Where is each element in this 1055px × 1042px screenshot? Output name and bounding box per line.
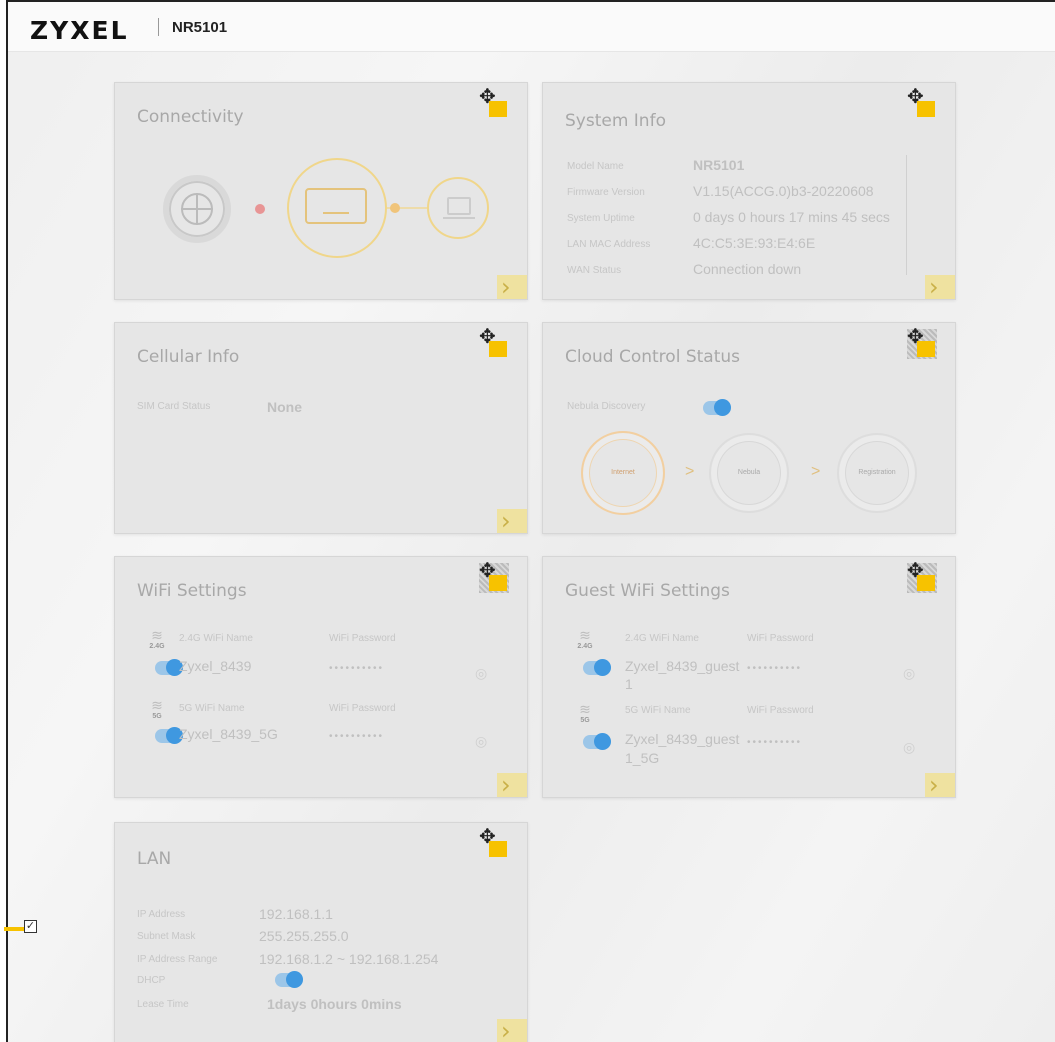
wifi-5g-name: Zyxel_8439_5G — [179, 726, 278, 742]
guest-24g-name-label: 2.4G WiFi Name — [625, 633, 699, 644]
dhcp-label: DHCP — [137, 975, 166, 986]
cellular-info-card: Cellular Info ✥ SIM Card Status None › — [114, 322, 528, 535]
dhcp-toggle[interactable] — [275, 971, 303, 988]
firmware-label: Firmware Version — [567, 187, 645, 198]
status-dot-red — [255, 204, 265, 214]
move-card-icon[interactable]: ✥ — [907, 87, 935, 117]
guest-24g-toggle[interactable] — [583, 659, 611, 676]
show-password-eye-icon[interactable]: ◎ — [903, 739, 915, 756]
show-password-eye-icon[interactable]: ◎ — [903, 665, 915, 682]
sim-status-label: SIM Card Status — [137, 401, 211, 412]
system-info-card: System Info ✥ Model Name NR5101 Firmware… — [542, 82, 956, 301]
wifi-5g-password-label: WiFi Password — [329, 703, 396, 714]
guest-wifi-more-button[interactable]: › — [925, 771, 955, 799]
wifi-24g-password: •••••••••• — [329, 663, 385, 674]
nebula-discovery-label: Nebula Discovery — [567, 401, 646, 412]
side-checkbox[interactable]: ✓ — [4, 918, 38, 938]
lan-title: LAN — [137, 849, 172, 869]
brand-logo: ZYXEL — [30, 16, 129, 45]
guest-24g-password-label: WiFi Password — [747, 633, 814, 644]
wifi-24g-name-label: 2.4G WiFi Name — [179, 633, 253, 644]
checkbox-checked-icon: ✓ — [24, 920, 37, 933]
wifi-settings-card: WiFi Settings ✥ ≋ 2.4G 2.4G WiFi Name WiF… — [114, 556, 528, 799]
uptime-label: System Uptime — [567, 213, 635, 224]
lan-mac-label: LAN MAC Address — [567, 239, 651, 250]
wifi-5g-name-label: 5G WiFi Name — [179, 703, 245, 714]
move-card-icon[interactable]: ✥ — [479, 827, 507, 857]
subnet-mask-label: Subnet Mask — [137, 931, 196, 942]
wifi-24g-password-label: WiFi Password — [329, 633, 396, 644]
registration-step: Registration — [837, 433, 917, 513]
page-frame: ZYXEL NR5101 Connectivity ✥ › System Inf… — [6, 0, 1055, 1042]
wifi-5g-icon: ≋ 5G — [151, 697, 163, 720]
wifi-more-button[interactable]: › — [497, 771, 527, 799]
side-checkbox-marker — [4, 927, 24, 931]
nebula-step: Nebula — [709, 433, 789, 513]
connectivity-title: Connectivity — [137, 107, 244, 127]
guest-5g-password: •••••••••• — [747, 737, 803, 748]
model-name-value: NR5101 — [693, 157, 745, 173]
connectivity-card: Connectivity ✥ › — [114, 82, 528, 301]
show-password-eye-icon[interactable]: ◎ — [475, 733, 487, 750]
move-card-icon[interactable]: ✥ — [907, 561, 937, 593]
move-card-icon[interactable]: ✥ — [907, 327, 937, 359]
wan-status-value: Connection down — [693, 261, 802, 277]
guest-5g-name-line2: 1_5G — [625, 750, 660, 766]
guest-5g-icon: ≋ 5G — [579, 701, 591, 724]
cloud-control-card: Cloud Control Status ✥ Nebula Discovery … — [542, 322, 956, 534]
ip-range-value: 192.168.1.2 ~ 192.168.1.254 — [259, 951, 439, 967]
guest-wifi-card: Guest WiFi Settings ✥ ≋ 2.4G 2.4G WiFi Na… — [542, 556, 956, 799]
status-dot-yellow — [390, 203, 400, 213]
move-card-icon[interactable]: ✥ — [479, 561, 509, 593]
ip-range-label: IP Address Range — [137, 954, 218, 965]
move-card-icon[interactable]: ✥ — [479, 327, 507, 357]
lan-more-button[interactable]: › — [497, 1017, 527, 1042]
step-arrow-icon: > — [685, 463, 695, 480]
guest-24g-name-line1: Zyxel_8439_guest — [625, 658, 740, 674]
show-password-eye-icon[interactable]: ◎ — [475, 665, 487, 682]
header-divider — [158, 18, 159, 36]
model-name-label: Model Name — [567, 161, 624, 172]
cellular-more-button[interactable]: › — [497, 507, 527, 535]
nebula-discovery-toggle[interactable] — [703, 399, 731, 416]
wifi-settings-title: WiFi Settings — [137, 581, 247, 601]
wifi-24g-name: Zyxel_8439 — [179, 658, 252, 674]
guest-24g-icon: ≋ 2.4G — [577, 627, 593, 650]
connectivity-more-button[interactable]: › — [497, 273, 527, 301]
lan-mac-value: 4C:C5:3E:93:E4:6E — [693, 235, 816, 251]
system-info-more-button[interactable]: › — [925, 273, 955, 301]
guest-24g-name-line2: 1 — [625, 676, 633, 692]
header: ZYXEL NR5101 — [8, 2, 1055, 52]
system-info-title: System Info — [565, 111, 666, 131]
move-card-icon[interactable]: ✥ — [479, 87, 507, 117]
lease-time-label: Lease Time — [137, 999, 189, 1010]
guest-5g-toggle[interactable] — [583, 733, 611, 750]
sim-status-value: None — [267, 399, 302, 415]
guest-wifi-title: Guest WiFi Settings — [565, 581, 730, 601]
lease-time-value: 1days 0hours 0mins — [267, 996, 402, 1012]
scrollbar[interactable] — [906, 155, 907, 275]
wifi-24g-icon: ≋ 2.4G — [149, 627, 165, 650]
ip-address-value: 192.168.1.1 — [259, 906, 333, 922]
guest-5g-password-label: WiFi Password — [747, 705, 814, 716]
internet-step: Internet — [581, 431, 665, 515]
ip-address-label: IP Address — [137, 909, 186, 920]
firmware-value: V1.15(ACCG.0)b3-20220608 — [693, 183, 874, 199]
model-name: NR5101 — [172, 19, 228, 36]
cloud-control-title: Cloud Control Status — [565, 347, 740, 367]
guest-5g-name-label: 5G WiFi Name — [625, 705, 691, 716]
uptime-value: 0 days 0 hours 17 mins 45 secs — [693, 209, 890, 225]
subnet-mask-value: 255.255.255.0 — [259, 928, 349, 944]
globe-icon — [163, 175, 231, 243]
wifi-5g-password: •••••••••• — [329, 731, 385, 742]
cellular-info-title: Cellular Info — [137, 347, 240, 367]
router-icon — [287, 158, 387, 258]
step-arrow-icon: > — [811, 463, 821, 480]
wan-status-label: WAN Status — [567, 265, 622, 276]
guest-5g-name-line1: Zyxel_8439_guest — [625, 731, 740, 747]
lan-card: LAN ✥ IP Address 192.168.1.1 Subnet Mask… — [114, 822, 528, 1042]
guest-24g-password: •••••••••• — [747, 663, 803, 674]
laptop-icon — [427, 177, 489, 239]
